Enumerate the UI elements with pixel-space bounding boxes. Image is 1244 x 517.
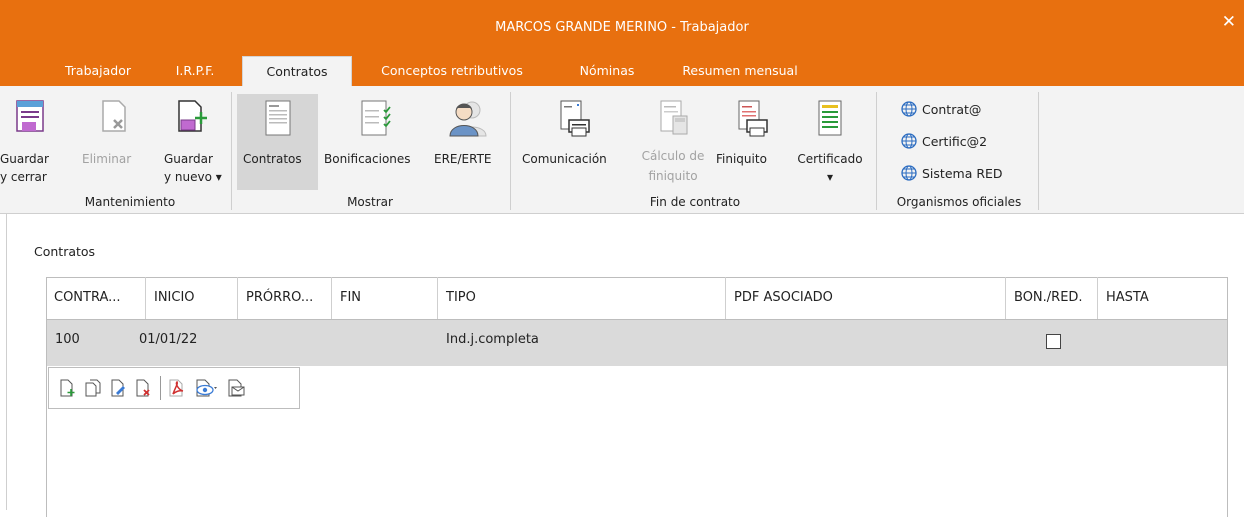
cell-contrato: 100: [55, 332, 80, 347]
link-sistema-red-label: Sistema RED: [922, 166, 1003, 181]
tab-trabajador[interactable]: Trabajador: [52, 56, 144, 86]
guardar-cerrar-button[interactable]: Guardar y cerrar: [0, 98, 60, 184]
delete-doc-icon[interactable]: [134, 378, 152, 398]
new-doc-icon[interactable]: [58, 378, 76, 398]
ere-erte-button[interactable]: ERE/ERTE: [432, 94, 502, 174]
guardar-nuevo-button[interactable]: Guardar y nuevo ▾: [160, 98, 224, 184]
bonificaciones-label: Bonificaciones: [324, 152, 411, 166]
finiquito-label: Finiquito: [716, 152, 767, 166]
col-header-hasta[interactable]: HASTA: [1098, 277, 1227, 319]
col-header-inicio[interactable]: INICIO: [146, 277, 238, 319]
contratos-label: Contratos: [243, 152, 302, 166]
globe-icon: [901, 165, 917, 181]
certificado-button[interactable]: Certificado ▾: [788, 94, 872, 190]
tab-irpf[interactable]: I.R.P.F.: [155, 56, 235, 86]
save-close-icon: [16, 100, 44, 132]
save-new-icon: [178, 100, 207, 132]
ribbon-separator: [510, 92, 511, 210]
calculator-doc-icon: [660, 100, 688, 135]
section-title: Contratos: [34, 244, 96, 259]
contratos-button[interactable]: Contratos: [237, 94, 318, 190]
bon-red-checkbox[interactable]: [1046, 334, 1061, 349]
col-header-contrato[interactable]: CONTRA...: [46, 277, 146, 319]
bonificaciones-button[interactable]: Bonificaciones: [322, 94, 430, 174]
group-label-mostrar: Mostrar: [347, 195, 393, 209]
pdf-icon[interactable]: [167, 378, 187, 398]
ribbon-separator: [231, 92, 232, 210]
view-doc-icon[interactable]: [194, 378, 220, 398]
guardar-cerrar-label: Guardar y cerrar: [0, 152, 49, 184]
tab-contratos[interactable]: Contratos: [242, 56, 352, 87]
ribbon-separator: [876, 92, 877, 210]
tab-resumen-mensual[interactable]: Resumen mensual: [667, 56, 813, 86]
link-contrata-label: Contrat@: [922, 102, 982, 117]
finiquito-button[interactable]: Finiquito: [714, 94, 788, 174]
link-certifica2[interactable]: Certific@2: [900, 132, 987, 150]
certificate-doc-icon: [818, 100, 842, 136]
calculo-finiquito-label: Cálculo de finiquito: [641, 149, 705, 183]
print-document-icon: [560, 100, 590, 137]
print-settlement-icon: [738, 100, 768, 137]
col-header-tipo[interactable]: TIPO: [438, 277, 726, 319]
bonus-checklist-icon: [361, 100, 391, 136]
eliminar-label: Eliminar: [82, 152, 132, 166]
tab-conceptos-retributivos[interactable]: Conceptos retributivos: [362, 56, 542, 86]
calculo-finiquito-button[interactable]: Cálculo de finiquito: [630, 94, 716, 190]
delete-doc-icon: [102, 100, 126, 132]
globe-icon: [901, 133, 917, 149]
copy-doc-icon[interactable]: [84, 378, 102, 398]
group-label-mantenimiento: Mantenimiento: [84, 195, 176, 209]
tab-nominas[interactable]: Nóminas: [566, 56, 648, 86]
contracts-doc-icon: [265, 100, 290, 136]
col-header-fin[interactable]: FIN: [332, 277, 438, 319]
group-label-fin-contrato: Fin de contrato: [649, 195, 741, 209]
window-title: MARCOS GRANDE MERINO - Trabajador: [495, 20, 749, 35]
col-header-prorroga[interactable]: PRÓRRO...: [238, 277, 332, 319]
globe-icon: [901, 101, 917, 117]
link-contrata[interactable]: Contrat@: [900, 100, 981, 118]
guardar-nuevo-label: Guardar y nuevo ▾: [164, 152, 222, 184]
link-certifica2-label: Certific@2: [922, 134, 988, 149]
col-header-pdf-asociado[interactable]: PDF ASOCIADO: [726, 277, 1006, 319]
ribbon-separator: [1038, 92, 1039, 210]
workers-people-icon: [449, 101, 487, 137]
ere-erte-label: ERE/ERTE: [434, 152, 492, 166]
col-header-bon-red[interactable]: BON./RED.: [1006, 277, 1098, 319]
comunicacion-label: Comunicación: [522, 152, 607, 166]
cell-inicio: 01/01/22: [139, 332, 198, 347]
edit-doc-icon[interactable]: [109, 378, 127, 398]
certificado-label: Certificado ▾: [797, 152, 863, 184]
comunicacion-button[interactable]: Comunicación: [520, 94, 626, 174]
link-sistema-red[interactable]: Sistema RED: [900, 164, 1003, 182]
email-doc-icon[interactable]: [226, 378, 246, 398]
cell-tipo: Ind.j.completa: [446, 332, 539, 347]
close-button[interactable]: ✕: [1222, 12, 1236, 32]
toolbar-separator: [160, 376, 161, 400]
left-border: [6, 214, 7, 510]
eliminar-button[interactable]: Eliminar: [82, 98, 144, 166]
group-label-organismos: Organismos oficiales: [896, 195, 1022, 209]
